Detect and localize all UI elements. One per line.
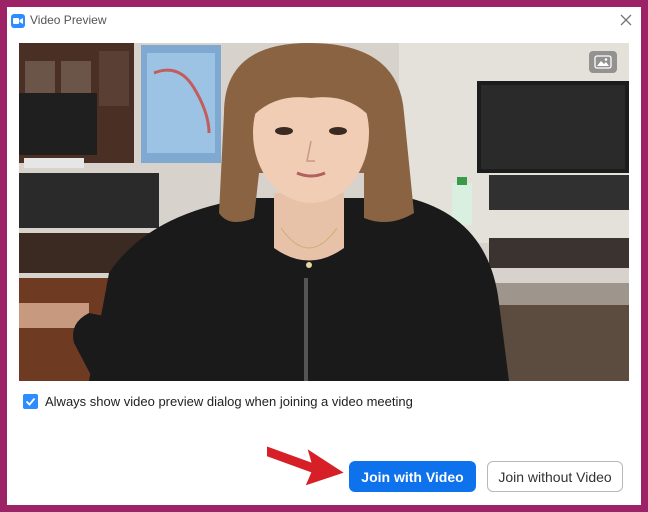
change-background-button[interactable] (589, 51, 617, 73)
always-show-preview-checkbox[interactable] (23, 394, 38, 409)
close-icon[interactable] (619, 13, 633, 27)
window-title: Video Preview (30, 13, 107, 27)
red-arrow-annotation (265, 443, 349, 489)
camera-icon (11, 14, 25, 28)
video-preview-dialog: Video Preview Always show video preview … (7, 7, 641, 505)
title-bar: Video Preview (7, 7, 641, 35)
join-with-video-button[interactable]: Join with Video (349, 461, 476, 492)
camera-feed-image (19, 43, 629, 381)
join-without-video-button[interactable]: Join without Video (487, 461, 623, 492)
image-icon (594, 55, 612, 69)
video-preview (19, 43, 629, 381)
always-show-preview-label[interactable]: Always show video preview dialog when jo… (45, 394, 413, 409)
checkmark-icon (25, 397, 36, 406)
